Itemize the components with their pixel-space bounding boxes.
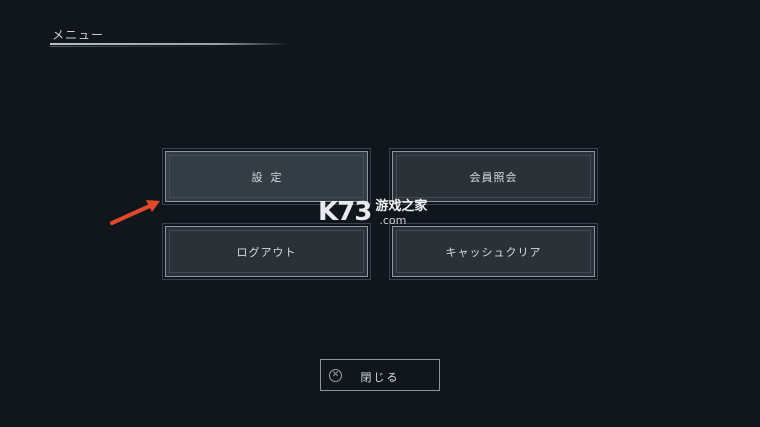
title-underline — [50, 43, 290, 47]
menu-screen: メニュー 設定 会員照会 ログアウト キャッシュクリア K73 游戏之家 .co… — [0, 0, 760, 427]
cache-clear-button-label: キャッシュクリア — [445, 245, 542, 259]
watermark-side: 游戏之家 .com — [375, 199, 428, 228]
page-title: メニュー — [52, 28, 105, 42]
member-inquiry-button-label: 会員照会 — [469, 170, 518, 184]
member-inquiry-button[interactable]: 会員照会 — [389, 148, 598, 205]
watermark: K73 游戏之家 .com — [318, 198, 448, 230]
close-button[interactable]: ✕ 閉じる — [320, 359, 440, 391]
logout-button-label: ログアウト — [236, 245, 297, 259]
watermark-text: 游戏之家 — [375, 199, 428, 214]
watermark-domain: .com — [379, 214, 407, 227]
red-arrow-icon — [110, 200, 160, 225]
settings-button-label: 設定 — [251, 170, 290, 184]
logout-button[interactable]: ログアウト — [162, 223, 371, 280]
cache-clear-button[interactable]: キャッシュクリア — [389, 223, 598, 280]
close-button-label: 閉じる — [360, 371, 400, 384]
watermark-logo: K73 — [318, 197, 372, 227]
settings-button[interactable]: 設定 — [162, 148, 371, 205]
